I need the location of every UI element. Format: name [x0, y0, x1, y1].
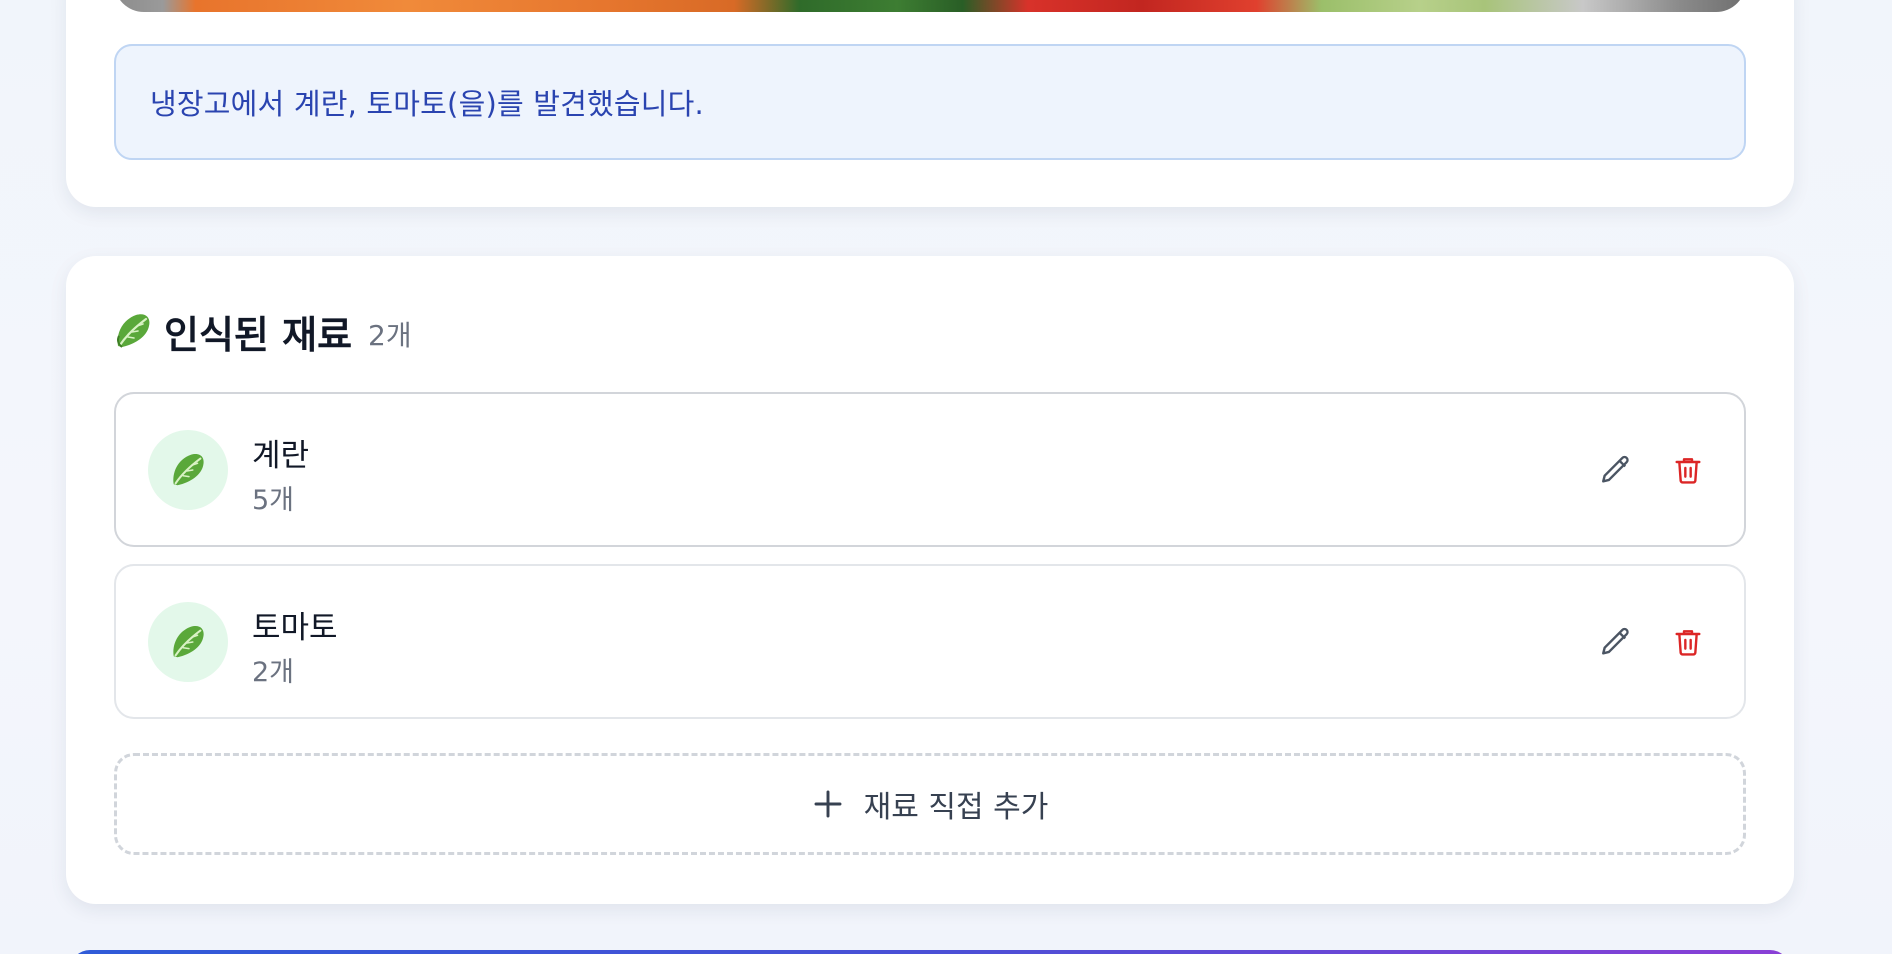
- edit-ingredient-button[interactable]: [1592, 446, 1640, 494]
- delete-ingredient-button[interactable]: [1664, 446, 1712, 494]
- leafy-green-icon: [112, 310, 154, 352]
- pencil-icon: [1602, 455, 1629, 483]
- trash-icon: [1675, 630, 1701, 656]
- ingredient-avatar: [148, 602, 228, 682]
- leafy-green-icon: [173, 626, 204, 658]
- ingredients-header: 인식된 재료 2개: [112, 308, 412, 357]
- section-title: 인식된 재료: [164, 312, 353, 357]
- analysis-result-notice: 냉장고에서 계란, 토마토(을)를 발견했습니다.: [114, 44, 1746, 160]
- add-ingredient-button[interactable]: 재료 직접 추가: [114, 753, 1746, 855]
- ingredient-avatar: [148, 430, 228, 510]
- ingredient-count: 2개: [368, 319, 412, 352]
- ingredient-item: 토마토 2개: [114, 564, 1746, 719]
- edit-ingredient-button[interactable]: [1592, 618, 1640, 666]
- next-section-card: [70, 950, 1790, 954]
- fridge-photo: [114, 0, 1746, 12]
- analysis-message: 냉장고에서 계란, 토마토(을)를 발견했습니다.: [150, 87, 704, 121]
- leafy-green-icon: [173, 454, 204, 486]
- ingredient-quantity: 2개: [252, 657, 295, 688]
- plus-icon: [814, 790, 842, 818]
- ingredient-item: 계란 5개: [114, 392, 1746, 547]
- delete-ingredient-button[interactable]: [1664, 618, 1712, 666]
- ingredient-name: 토마토: [252, 610, 338, 646]
- page: 냉장고에서 계란, 토마토(을)를 발견했습니다. 인식된 재료 2개 계란 5…: [0, 0, 1892, 954]
- pencil-icon: [1602, 627, 1629, 655]
- ingredient-quantity: 5개: [252, 485, 295, 516]
- add-ingredient-label: 재료 직접 추가: [863, 790, 1049, 825]
- trash-icon: [1675, 458, 1701, 484]
- ingredient-name: 계란: [252, 438, 310, 474]
